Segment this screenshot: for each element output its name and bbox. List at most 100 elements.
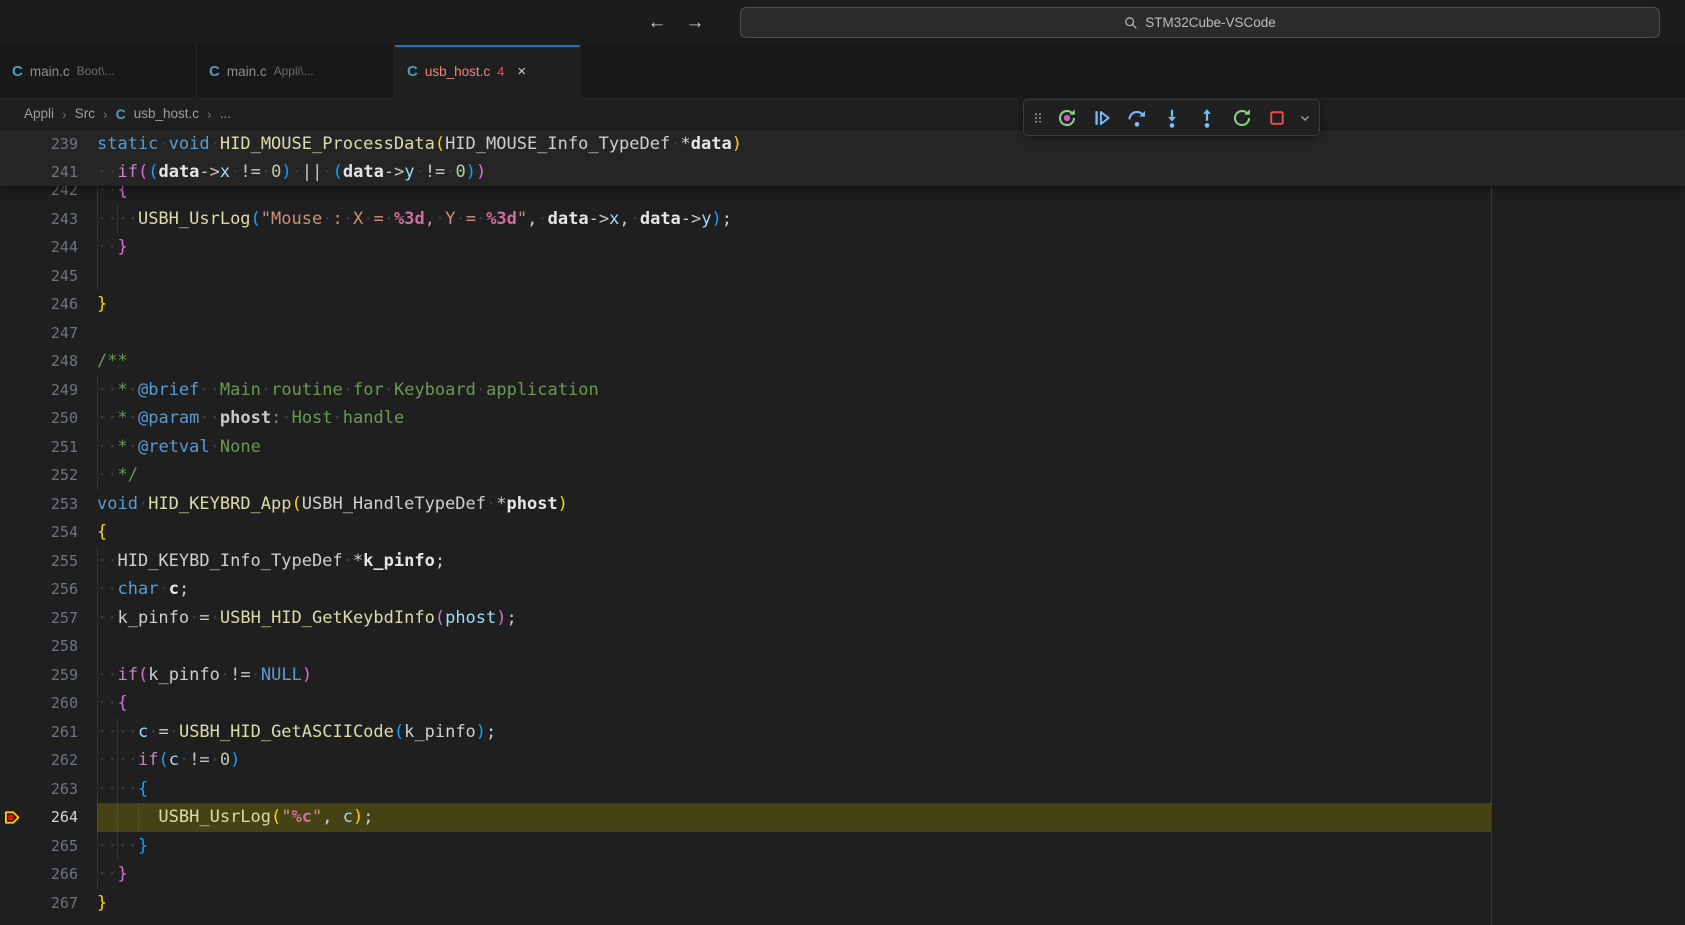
indent-guide	[97, 632, 98, 661]
code-line-247[interactable]: 247	[0, 319, 1685, 348]
tab-main-c[interactable]: Cmain.cAppli\...	[197, 45, 395, 97]
code-line-266[interactable]: 266··}	[0, 860, 1685, 889]
code-line-252[interactable]: 252 ··*/	[0, 461, 1685, 490]
code-text: static·void·HID_MOUSE_ProcessData(HID_MO…	[97, 130, 742, 158]
code-line-259[interactable]: 259··if(k_pinfo·!=·NULL)	[0, 661, 1685, 690]
continue-button[interactable]	[1085, 102, 1118, 133]
step-over-icon	[1126, 107, 1148, 129]
line-number[interactable]: 259	[0, 661, 78, 690]
code-line-250[interactable]: 250 ··*·@param··phost:·Host·handle	[0, 404, 1685, 433]
line-number[interactable]: 246	[0, 290, 78, 319]
debug-toolbar	[1023, 99, 1320, 136]
code-line-262[interactable]: 262····if(c·!=·0)	[0, 746, 1685, 775]
code-line-244[interactable]: 244··}	[0, 233, 1685, 262]
line-number[interactable]: 248	[0, 347, 78, 376]
code-line-255[interactable]: 255 ··HID_KEYBD_Info_TypeDef·*k_pinfo;	[0, 547, 1685, 576]
line-number[interactable]: 257	[0, 604, 78, 633]
line-number[interactable]: 250	[0, 404, 78, 433]
line-number[interactable]: 245	[0, 262, 78, 291]
code-line-257[interactable]: 257··k_pinfo·=·USBH_HID_GetKeybdInfo(pho…	[0, 604, 1685, 633]
code-line-243[interactable]: 243 ····USBH_UsrLog("Mouse·:·X·=·%3d,·Y·=…	[0, 205, 1685, 234]
code-text: ··*/	[97, 461, 138, 490]
code-line-253[interactable]: 253 void·HID_KEYBRD_App(USBH_HandleTypeDe…	[0, 490, 1685, 519]
step-out-icon	[1196, 107, 1218, 129]
line-number[interactable]: 253	[0, 490, 78, 519]
command-center-search[interactable]: STM32Cube-VSCode	[740, 7, 1660, 38]
chevron-right-icon: ›	[62, 106, 67, 122]
code-text: ····{	[97, 775, 148, 804]
code-line-261[interactable]: 261····c·=·USBH_HID_GetASCIICode(k_pinfo…	[0, 718, 1685, 747]
breadcrumb-item[interactable]: usb_host.c	[134, 106, 199, 121]
code-text: void·HID_KEYBRD_App(USBH_HandleTypeDef·*…	[97, 490, 568, 519]
line-number[interactable]: 266	[0, 860, 78, 889]
line-number[interactable]: 265	[0, 832, 78, 861]
code-text: ····USBH_UsrLog("Mouse·:·X·=·%3d,·Y·=·%3…	[97, 205, 732, 234]
step-into-button[interactable]	[1155, 102, 1188, 133]
code-text: ··char·c;	[97, 575, 189, 604]
code-text: }	[97, 290, 107, 319]
step-out-button[interactable]	[1190, 102, 1223, 133]
line-number[interactable]: 264	[0, 803, 78, 832]
vscode-window: ← → STM32Cube-VSCode Cmain.cBoot\...Cmai…	[0, 0, 1685, 925]
line-number[interactable]: 241	[0, 158, 78, 186]
search-icon	[1124, 16, 1138, 30]
line-number[interactable]: 263	[0, 775, 78, 804]
code-line-239[interactable]: 239 static·void·HID_MOUSE_ProcessData(HID…	[0, 130, 1685, 158]
code-line-256[interactable]: 256 ··char·c;	[0, 575, 1685, 604]
debug-more-dropdown[interactable]	[1295, 102, 1315, 133]
code-line-251[interactable]: 251 ··*·@retval·None	[0, 433, 1685, 462]
line-number[interactable]: 258	[0, 632, 78, 661]
code-text: ··*·@retval·None	[97, 433, 261, 462]
code-line-245[interactable]: 245	[0, 262, 1685, 291]
code-line-265[interactable]: 265····}	[0, 832, 1685, 861]
line-number[interactable]: 256	[0, 575, 78, 604]
continue-icon	[1091, 107, 1113, 129]
c-file-icon: C	[116, 106, 126, 122]
code-text: ··HID_KEYBD_Info_TypeDef·*k_pinfo;	[97, 547, 445, 576]
code-text: ··*·@param··phost:·Host·handle	[97, 404, 404, 433]
breadcrumb-item[interactable]: Src	[75, 106, 95, 121]
tab-main-c[interactable]: Cmain.cBoot\...	[0, 45, 197, 97]
breadcrumb-item[interactable]: Appli	[24, 106, 54, 121]
code-area[interactable]: 242··{243····USBH_UsrLog("Mouse·:·X·=·%3…	[0, 176, 1685, 925]
restart-button[interactable]	[1225, 102, 1258, 133]
code-line-260[interactable]: 260··{	[0, 689, 1685, 718]
nav-forward-icon[interactable]: →	[681, 9, 709, 37]
nav-back-icon[interactable]: ←	[643, 9, 671, 37]
reset-device-button[interactable]	[1050, 102, 1083, 133]
close-icon[interactable]: ×	[517, 63, 526, 80]
line-number[interactable]: 249	[0, 376, 78, 405]
sticky-scroll[interactable]: 239 static·void·HID_MOUSE_ProcessData(HID…	[0, 130, 1685, 186]
code-editor[interactable]: 242··{243····USBH_UsrLog("Mouse·:·X·=·%3…	[0, 130, 1685, 925]
code-line-248[interactable]: 248/**	[0, 347, 1685, 376]
code-line-267[interactable]: 267}	[0, 889, 1685, 918]
code-line-258[interactable]: 258	[0, 632, 1685, 661]
code-line-264[interactable]: 264······USBH_UsrLog("%c",·c);	[0, 803, 1685, 832]
line-number[interactable]: 260	[0, 689, 78, 718]
line-number[interactable]: 239	[0, 130, 78, 158]
code-line-246[interactable]: 246}	[0, 290, 1685, 319]
stop-button[interactable]	[1260, 102, 1293, 133]
line-number[interactable]: 243	[0, 205, 78, 234]
step-over-button[interactable]	[1120, 102, 1153, 133]
line-number[interactable]: 252	[0, 461, 78, 490]
step-into-icon	[1161, 107, 1183, 129]
line-number[interactable]: 262	[0, 746, 78, 775]
line-number[interactable]: 251	[0, 433, 78, 462]
line-number[interactable]: 255	[0, 547, 78, 576]
breadcrumb-item[interactable]: ...	[220, 106, 231, 121]
line-number[interactable]: 261	[0, 718, 78, 747]
line-number[interactable]: 247	[0, 319, 78, 348]
chevron-down-icon	[1297, 110, 1313, 126]
code-text: }	[97, 889, 107, 918]
code-line-263[interactable]: 263 ····{	[0, 775, 1685, 804]
line-number[interactable]: 254	[0, 518, 78, 547]
indent-guide	[97, 262, 98, 291]
line-number[interactable]: 244	[0, 233, 78, 262]
code-line-254[interactable]: 254{	[0, 518, 1685, 547]
gripper-icon[interactable]	[1028, 102, 1048, 133]
code-line-249[interactable]: 249··*·@brief··Main·routine·for·Keyboard…	[0, 376, 1685, 405]
tab-usb_host-c[interactable]: Cusb_host.c4×	[395, 45, 581, 97]
code-line-241[interactable]: 241··if((data->x·!=·0)·||·(data->y·!=·0)…	[0, 158, 1685, 186]
line-number[interactable]: 267	[0, 889, 78, 918]
